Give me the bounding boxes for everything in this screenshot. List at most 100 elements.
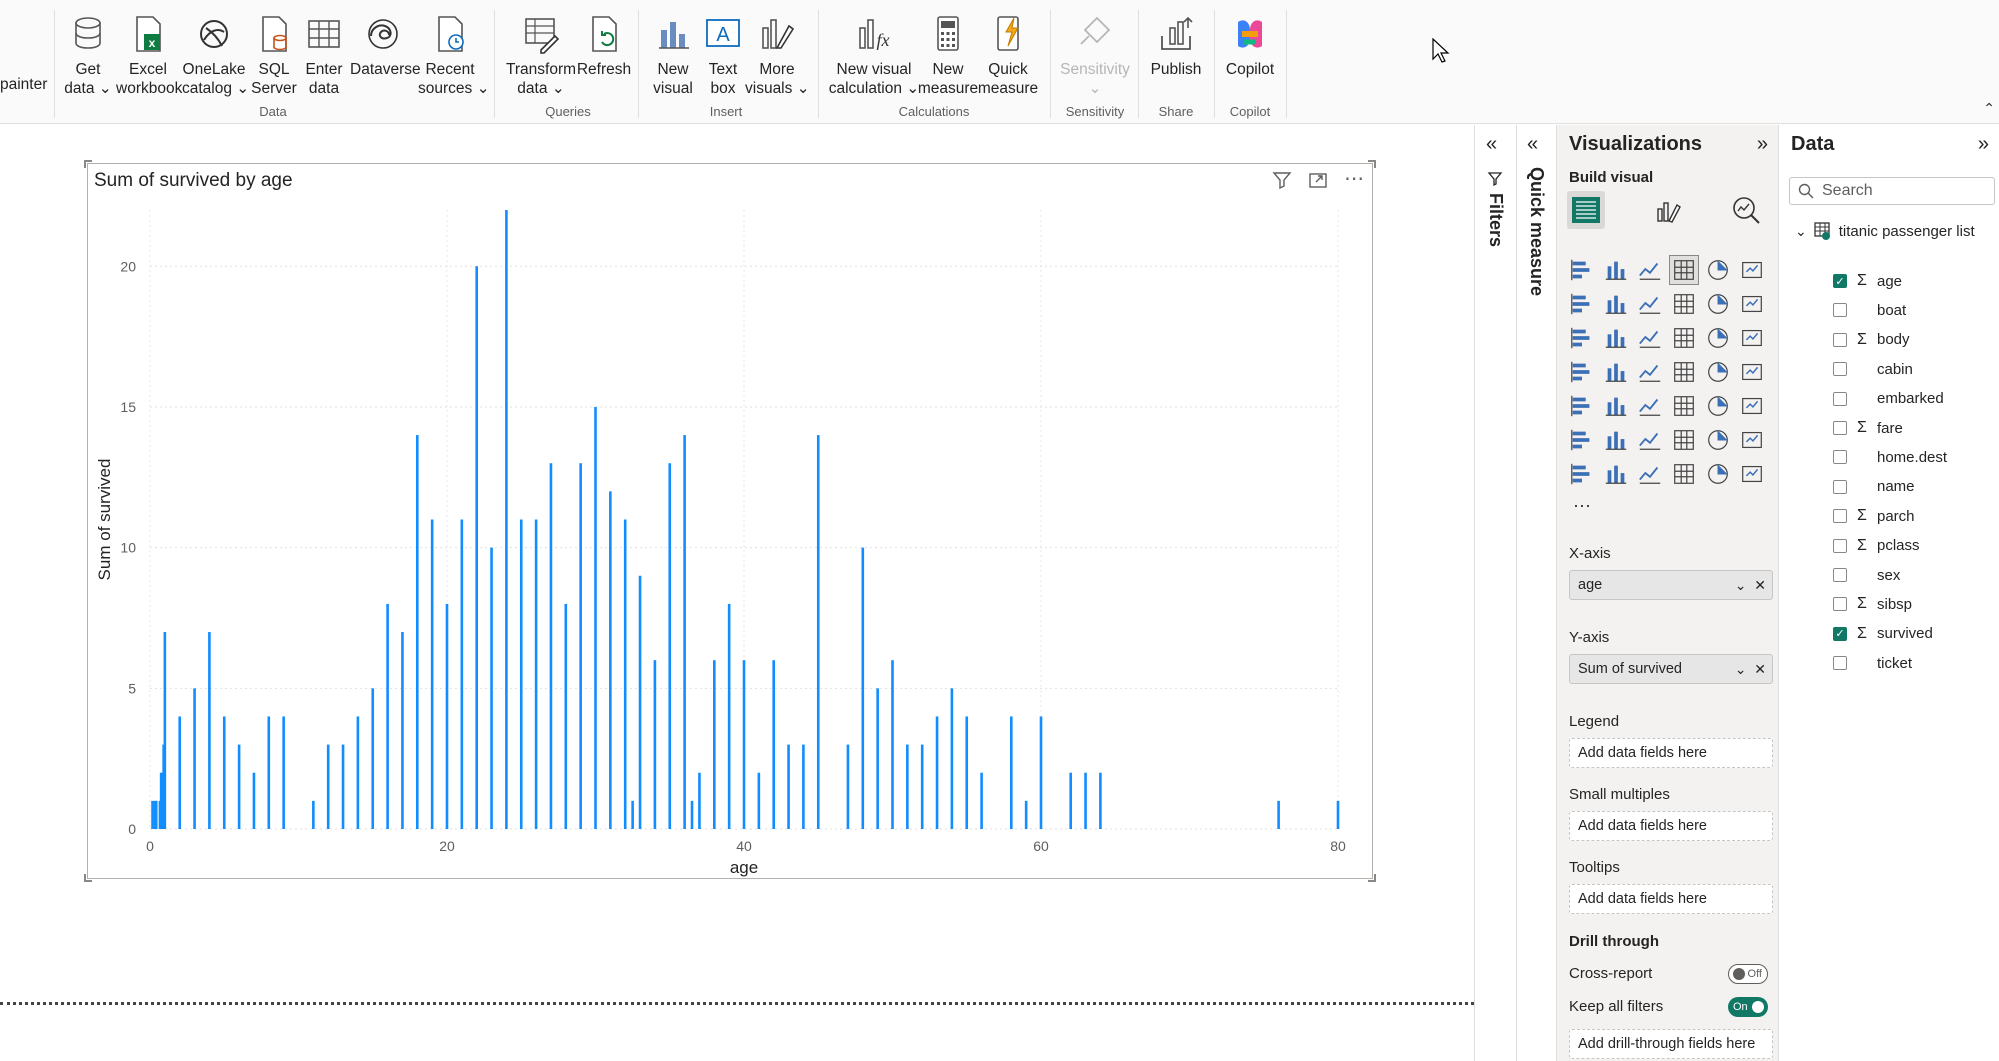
- field-item-sex[interactable]: sex: [1833, 565, 1900, 585]
- cross-report-toggle[interactable]: Off: [1728, 964, 1768, 984]
- multi-row-card-icon[interactable]: [1567, 391, 1597, 421]
- field-checkbox[interactable]: [1833, 656, 1847, 671]
- more-options-icon[interactable]: ⋯: [1344, 169, 1364, 190]
- more-visuals-button[interactable]: More visuals ⌄: [745, 14, 810, 98]
- onelake-catalog-button[interactable]: OneLake catalog ⌄: [182, 14, 249, 98]
- field-checkbox[interactable]: [1833, 421, 1847, 435]
- sensitivity-button[interactable]: Sensitivity ⌄: [1060, 14, 1130, 98]
- transform-data-button[interactable]: Transform data ⌄: [506, 14, 576, 98]
- quick-measure-button[interactable]: Quick measure: [976, 14, 1040, 98]
- chevron-down-icon[interactable]: ⌄: [1795, 223, 1807, 240]
- tooltips-field-well[interactable]: Add data fields here: [1569, 884, 1773, 914]
- analytics-tab[interactable]: [1727, 191, 1765, 229]
- new-measure-button[interactable]: New measure: [916, 14, 980, 98]
- 100-stacked-bar-chart-icon[interactable]: [1703, 255, 1733, 285]
- 100-stacked-column-chart-icon[interactable]: [1737, 255, 1767, 285]
- field-item-age[interactable]: ✓ Σage: [1833, 271, 1902, 291]
- clustered-column-chart-icon[interactable]: [1669, 255, 1699, 285]
- pie-chart-icon[interactable]: [1703, 323, 1733, 353]
- new-card-icon[interactable]: [1601, 459, 1631, 489]
- field-item-cabin[interactable]: cabin: [1833, 359, 1913, 379]
- field-item-ticket[interactable]: ticket: [1833, 653, 1912, 673]
- line-clustered-column-chart-icon[interactable]: [1737, 289, 1767, 319]
- copilot-button[interactable]: Copilot: [1218, 14, 1282, 79]
- remove-field-icon[interactable]: ✕: [1754, 577, 1766, 593]
- 100-stacked-area-chart-icon[interactable]: [1669, 289, 1699, 319]
- ribbon-chart-icon[interactable]: [1567, 323, 1597, 353]
- field-checkbox[interactable]: [1833, 538, 1847, 553]
- field-item-pclass[interactable]: Σpclass: [1833, 536, 1920, 556]
- search-input[interactable]: Search: [1789, 177, 1995, 205]
- field-item-sibsp[interactable]: Σsibsp: [1833, 594, 1912, 614]
- smart-narrative-icon[interactable]: [1567, 459, 1597, 489]
- decomposition-tree-icon[interactable]: [1635, 425, 1665, 455]
- field-item-boat[interactable]: boat: [1833, 300, 1906, 320]
- field-checkbox[interactable]: [1833, 597, 1847, 612]
- field-checkbox[interactable]: ✓: [1833, 626, 1847, 641]
- map-icon[interactable]: [1601, 357, 1631, 387]
- field-checkbox[interactable]: [1833, 509, 1847, 524]
- format-painter-button[interactable]: painter: [0, 76, 47, 94]
- field-item-fare[interactable]: Σfare: [1833, 418, 1903, 438]
- chevron-down-icon[interactable]: ⌄: [1735, 577, 1747, 593]
- line-chart-icon[interactable]: [1567, 289, 1597, 319]
- recent-sources-button[interactable]: Recent sources ⌄: [418, 14, 490, 98]
- y-axis-field-well[interactable]: Sum of survived ⌄ ✕: [1569, 654, 1773, 684]
- expand-filters-button[interactable]: «: [1486, 133, 1497, 156]
- field-item-parch[interactable]: Σparch: [1833, 506, 1915, 526]
- slicer-icon[interactable]: [1635, 391, 1665, 421]
- paginated-report-icon[interactable]: [1703, 425, 1733, 455]
- field-checkbox[interactable]: [1833, 362, 1847, 377]
- collapse-ribbon-button[interactable]: ⌃: [1983, 100, 1995, 117]
- field-checkbox[interactable]: [1833, 332, 1847, 347]
- filters-pane-collapsed[interactable]: « Filters: [1474, 125, 1516, 1061]
- filter-icon[interactable]: [1272, 170, 1292, 190]
- stacked-column-chart-icon[interactable]: [1601, 255, 1631, 285]
- field-item-survived[interactable]: ✓ Σsurvived: [1833, 624, 1933, 644]
- get-data-button[interactable]: Get data ⌄: [56, 14, 120, 98]
- power-automate-icon[interactable]: [1737, 459, 1767, 489]
- keep-all-filters-toggle[interactable]: On: [1728, 997, 1768, 1017]
- field-item-home-dest[interactable]: home.dest: [1833, 447, 1947, 467]
- filled-map-icon[interactable]: [1635, 357, 1665, 387]
- chevron-down-icon[interactable]: ⌄: [1735, 661, 1747, 677]
- r-visual-icon[interactable]: [1737, 391, 1767, 421]
- field-item-embarked[interactable]: embarked: [1833, 389, 1944, 409]
- stacked-bar-chart-icon[interactable]: [1567, 255, 1597, 285]
- stacked-area-chart-icon[interactable]: [1635, 289, 1665, 319]
- legend-field-well[interactable]: Add data fields here: [1569, 738, 1773, 768]
- x-axis-field-well[interactable]: age ⌄ ✕: [1569, 570, 1773, 600]
- goals-icon[interactable]: [1737, 425, 1767, 455]
- format-visual-tab[interactable]: [1648, 191, 1686, 229]
- line-stacked-column-chart-icon[interactable]: [1703, 289, 1733, 319]
- dataverse-button[interactable]: Dataverse: [350, 14, 421, 79]
- field-checkbox[interactable]: [1833, 479, 1847, 494]
- key-influencers-icon[interactable]: [1601, 425, 1631, 455]
- matrix-icon[interactable]: [1703, 391, 1733, 421]
- remove-field-icon[interactable]: ✕: [1754, 661, 1766, 677]
- focus-mode-icon[interactable]: [1308, 170, 1328, 190]
- collapse-data-button[interactable]: »: [1978, 133, 1989, 156]
- kpi-icon[interactable]: [1601, 391, 1631, 421]
- collapse-visualizations-button[interactable]: »: [1757, 133, 1768, 156]
- quick-measure-pane-collapsed[interactable]: « Quick measure: [1516, 125, 1556, 1061]
- metrics-icon[interactable]: [1669, 459, 1699, 489]
- clustered-bar-chart-icon[interactable]: [1635, 255, 1665, 285]
- field-checkbox[interactable]: [1833, 450, 1847, 465]
- field-checkbox[interactable]: [1833, 303, 1847, 318]
- new-visual-calculation-button[interactable]: fx New visual calculation ⌄: [828, 14, 920, 98]
- treemap-icon[interactable]: [1567, 357, 1597, 387]
- more-visuals-ellipsis[interactable]: ···: [1573, 495, 1591, 516]
- donut-chart-icon[interactable]: [1737, 323, 1767, 353]
- python-visual-icon[interactable]: [1567, 425, 1597, 455]
- table-item-titanic[interactable]: ⌄ titanic passenger list: [1795, 221, 1975, 241]
- card-icon[interactable]: [1737, 357, 1767, 387]
- funnel-chart-icon[interactable]: [1635, 323, 1665, 353]
- table-icon[interactable]: [1669, 391, 1699, 421]
- field-item-body[interactable]: Σbody: [1833, 330, 1910, 350]
- field-checkbox[interactable]: ✓: [1833, 274, 1847, 288]
- waterfall-chart-icon[interactable]: [1601, 323, 1631, 353]
- scatter-chart-icon[interactable]: [1669, 323, 1699, 353]
- field-checkbox[interactable]: [1833, 568, 1847, 582]
- drill-through-field-well[interactable]: Add drill-through fields here: [1569, 1029, 1773, 1059]
